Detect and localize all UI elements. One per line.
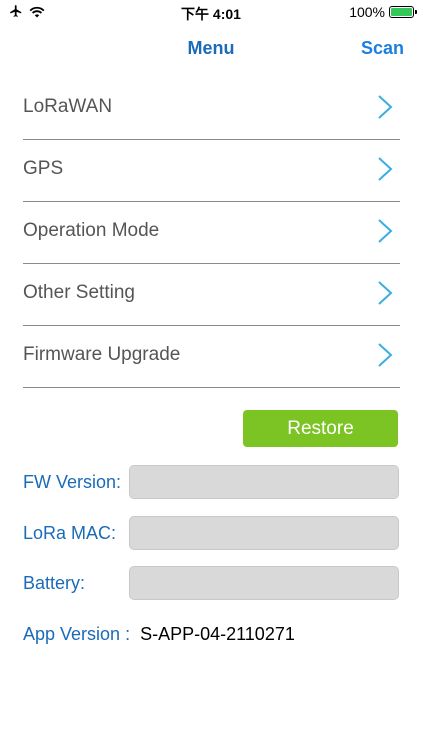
fw-version-label: FW Version: bbox=[23, 472, 122, 492]
status-right: 100% bbox=[349, 4, 417, 20]
menu-item-other-setting[interactable]: Other Setting bbox=[23, 264, 400, 326]
menu-item-firmware-upgrade[interactable]: Firmware Upgrade bbox=[23, 326, 400, 388]
chevron-right-icon bbox=[378, 157, 393, 181]
battery-cap bbox=[415, 10, 417, 14]
chevron-right-icon bbox=[378, 219, 393, 243]
battery-label: Battery: bbox=[23, 573, 86, 593]
menu-item-operation-mode[interactable]: Operation Mode bbox=[23, 202, 400, 264]
chevron-right-icon bbox=[378, 343, 393, 367]
restore-button[interactable]: Restore bbox=[243, 410, 398, 447]
menu-item-label: Other Setting bbox=[23, 282, 135, 303]
menu-list: LoRaWAN GPS Operation Mode Other Setting… bbox=[23, 78, 400, 388]
scan-button[interactable]: Scan bbox=[361, 38, 404, 59]
battery-field bbox=[129, 566, 399, 600]
app-version-value: S-APP-04-2110271 bbox=[140, 624, 295, 644]
fw-version-row: FW Version: bbox=[23, 465, 399, 499]
menu-item-label: Firmware Upgrade bbox=[23, 344, 181, 365]
menu-item-label: Operation Mode bbox=[23, 220, 160, 241]
lora-mac-label: LoRa MAC: bbox=[23, 523, 117, 543]
chevron-right-icon bbox=[378, 95, 393, 119]
lora-mac-row: LoRa MAC: bbox=[23, 516, 399, 550]
menu-item-label: LoRaWAN bbox=[23, 96, 113, 117]
app-version: App Version : S-APP-04-2110271 bbox=[23, 624, 295, 645]
status-bar: 下午 4:01 100% bbox=[0, 0, 422, 26]
app-version-label: App Version : bbox=[23, 624, 131, 644]
page-title: Menu bbox=[187, 38, 235, 58]
battery-icon bbox=[389, 6, 417, 18]
battery-percent: 100% bbox=[349, 4, 385, 20]
battery-row: Battery: bbox=[23, 566, 399, 600]
menu-item-lorawan[interactable]: LoRaWAN bbox=[23, 78, 400, 140]
menu-item-gps[interactable]: GPS bbox=[23, 140, 400, 202]
menu-item-label: GPS bbox=[23, 158, 64, 179]
lora-mac-field bbox=[129, 516, 399, 550]
chevron-right-icon bbox=[378, 281, 393, 305]
nav-bar: Menu Scan bbox=[0, 30, 422, 66]
fw-version-field bbox=[129, 465, 399, 499]
battery-fill bbox=[391, 8, 412, 16]
